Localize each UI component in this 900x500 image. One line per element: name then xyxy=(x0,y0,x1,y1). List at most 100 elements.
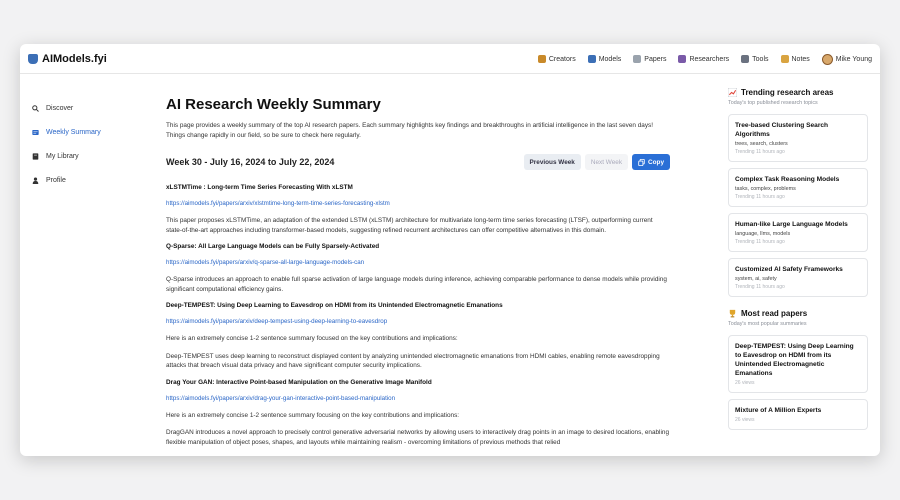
sidebar-item-label: Profile xyxy=(46,176,66,184)
most-read-card[interactable]: Mixture of A Million Experts 26 views xyxy=(728,399,868,430)
trending-card[interactable]: Customized AI Safety Frameworks system, … xyxy=(728,258,868,297)
sidebar: Discover Weekly Summary My Library Profi… xyxy=(32,96,142,192)
trending-card[interactable]: Tree-based Clustering Search Algorithms … xyxy=(728,114,868,162)
main-content: AI Research Weekly Summary This page pro… xyxy=(166,96,670,456)
card-tags: trees, search, clusters xyxy=(735,141,788,147)
card-meta: Trending 11 hours ago xyxy=(735,194,785,200)
nav-creators[interactable]: Creators xyxy=(537,55,576,63)
search-icon xyxy=(32,104,39,112)
card-meta: 26 views xyxy=(735,417,755,423)
paper-title: xLSTMTime : Long-term Time Series Foreca… xyxy=(166,184,353,191)
paper-summary: Drag Your GAN: Interactive Point-based M… xyxy=(166,379,670,448)
logo-icon xyxy=(28,53,38,64)
page-intro: This page provides a weekly summary of t… xyxy=(166,122,654,139)
most-read-card[interactable]: Deep-TEMPEST: Using Deep Learning to Eav… xyxy=(728,335,868,393)
paper-text: Here is an extremely concise 1-2 sentenc… xyxy=(166,335,458,342)
avatar xyxy=(821,53,833,65)
card-title: Complex Task Reasoning Models xyxy=(735,176,840,183)
most-read-title-label: Most read papers xyxy=(741,309,808,318)
trending-card[interactable]: Complex Task Reasoning Models tasks, com… xyxy=(728,168,868,207)
chart-trend-icon xyxy=(728,88,737,97)
paper-title: Q-Sparse: All Large Language Models can … xyxy=(166,243,380,250)
sidebar-item-profile[interactable]: Profile xyxy=(32,168,142,192)
card-tags: language, llms, models xyxy=(735,231,791,237)
right-panel: Trending research areas Today's top publ… xyxy=(728,88,868,436)
page-title: AI Research Weekly Summary xyxy=(166,96,381,113)
book-icon xyxy=(32,152,39,160)
paper-link[interactable]: https://aimodels.fyi/papers/arxiv/xlstmt… xyxy=(166,200,670,207)
paper-text: DragGAN introduces a novel approach to p… xyxy=(166,429,670,446)
paper-title: Deep-TEMPEST: Using Deep Learning to Eav… xyxy=(166,302,503,309)
nav-label: Creators xyxy=(548,55,576,63)
paper-text: Q-Sparse introduces an approach to enabl… xyxy=(166,276,667,293)
card-title: Customized AI Safety Frameworks xyxy=(735,266,843,273)
paper-summary: xLSTMTime : Long-term Time Series Foreca… xyxy=(166,184,670,235)
previous-week-button[interactable]: Previous Week xyxy=(523,154,581,170)
week-title: Week 30 - July 16, 2024 to July 22, 2024 xyxy=(166,157,335,167)
sidebar-item-label: Discover xyxy=(46,104,74,112)
paper-summary: Q-Sparse: All Large Language Models can … xyxy=(166,243,670,294)
user-menu[interactable]: Mike Young xyxy=(821,53,872,65)
brand-logo-link[interactable]: AIModels.fyi xyxy=(28,53,107,65)
card-tags: tasks, complex, problems xyxy=(735,186,796,192)
tools-icon xyxy=(741,55,750,63)
nav-papers[interactable]: Papers xyxy=(633,55,666,63)
brand-name: AIModels.fyi xyxy=(42,52,107,65)
paper-link[interactable]: https://aimodels.fyi/papers/arxiv/drag-y… xyxy=(166,395,670,402)
nav-tools[interactable]: Tools xyxy=(741,55,769,63)
card-tags: system, ai, safety xyxy=(735,276,777,282)
sidebar-item-discover[interactable]: Discover xyxy=(32,96,142,120)
papers-icon xyxy=(633,55,642,63)
next-week-button[interactable]: Next Week xyxy=(584,154,629,170)
trending-title: Trending research areas xyxy=(728,88,868,97)
nav-researchers[interactable]: Researchers xyxy=(678,55,729,63)
sidebar-item-my-library[interactable]: My Library xyxy=(32,144,142,168)
top-navbar: AIModels.fyi Creators Models Papers Rese… xyxy=(20,44,880,74)
card-meta: 26 views xyxy=(735,380,755,386)
week-header: Week 30 - July 16, 2024 to July 22, 2024… xyxy=(166,154,670,170)
card-title: Human-like Large Language Models xyxy=(735,221,848,228)
copy-icon xyxy=(638,158,645,166)
paper-text: Here is an extremely concise 1-2 sentenc… xyxy=(166,411,460,419)
sidebar-item-label: My Library xyxy=(46,152,79,160)
app-window: AIModels.fyi Creators Models Papers Rese… xyxy=(20,44,880,456)
most-read-subtitle: Today's most popular summaries xyxy=(728,321,807,327)
sidebar-item-label: Weekly Summary xyxy=(46,128,101,136)
researchers-icon xyxy=(678,55,687,63)
copy-button[interactable]: Copy xyxy=(632,154,670,170)
card-title: Mixture of A Million Experts xyxy=(735,407,822,414)
paper-title: Drag Your GAN: Interactive Point-based M… xyxy=(166,378,432,386)
nav-models[interactable]: Models xyxy=(587,55,622,63)
card-meta: Trending 11 hours ago xyxy=(735,239,785,245)
nav-notes[interactable]: Notes xyxy=(780,55,810,63)
paper-link[interactable]: https://aimodels.fyi/papers/arxiv/deep-t… xyxy=(166,318,670,325)
trending-title-label: Trending research areas xyxy=(741,88,834,97)
card-meta: Trending 11 hours ago xyxy=(735,149,785,155)
nav-label: Tools xyxy=(752,55,769,63)
week-actions: Previous Week Next Week Copy xyxy=(523,154,670,170)
nav-label: Models xyxy=(598,55,622,63)
trending-subtitle: Today's top published research topics xyxy=(728,100,818,106)
user-icon xyxy=(32,176,39,184)
notes-icon xyxy=(780,55,789,63)
paper-link[interactable]: https://aimodels.fyi/papers/arxiv/q-spar… xyxy=(166,259,670,266)
user-name: Mike Young xyxy=(835,55,872,63)
paper-text: This paper proposes xLSTMTime, an adapta… xyxy=(166,217,653,234)
main-nav: Creators Models Papers Researchers Tools… xyxy=(537,44,872,74)
models-icon xyxy=(587,55,596,63)
card-title: Tree-based Clustering Search Algorithms xyxy=(735,122,829,138)
most-read-title: Most read papers xyxy=(728,309,868,318)
copy-label: Copy xyxy=(648,158,664,166)
paper-summary: Deep-TEMPEST: Using Deep Learning to Eav… xyxy=(166,302,670,371)
card-title: Deep-TEMPEST: Using Deep Learning to Eav… xyxy=(735,343,854,377)
summary-icon xyxy=(32,129,39,135)
trophy-icon xyxy=(729,309,736,318)
nav-label: Notes xyxy=(791,55,810,63)
card-meta: Trending 11 hours ago xyxy=(735,284,785,290)
paper-text: Deep-TEMPEST uses deep learning to recon… xyxy=(166,352,660,370)
nav-label: Papers xyxy=(644,55,667,63)
nav-label: Researchers xyxy=(689,55,730,63)
creators-icon xyxy=(537,55,546,63)
trending-card[interactable]: Human-like Large Language Models languag… xyxy=(728,213,868,252)
sidebar-item-weekly-summary[interactable]: Weekly Summary xyxy=(32,120,142,144)
